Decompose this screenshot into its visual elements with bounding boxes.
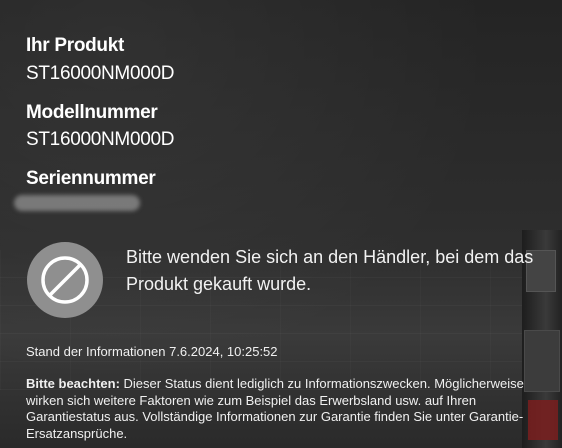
model-number-label: Modellnummer [26,102,158,123]
warranty-notice: Bitte beachten: Dieser Status dient ledi… [26,376,556,442]
notice-lead: Bitte beachten: [26,376,120,391]
serial-number-label: Seriennummer [26,168,156,189]
product-label: Ihr Produkt [26,35,125,56]
status-message: Bitte wenden Sie sich an den Händler, be… [126,247,534,294]
serial-number-redacted-value [14,195,140,211]
product-value: ST16000NM000D [26,63,175,84]
info-timestamp: Stand der Informationen 7.6.2024, 10:25:… [26,344,278,359]
model-number-value: ST16000NM000D [26,129,175,150]
prohibited-icon [27,242,103,318]
